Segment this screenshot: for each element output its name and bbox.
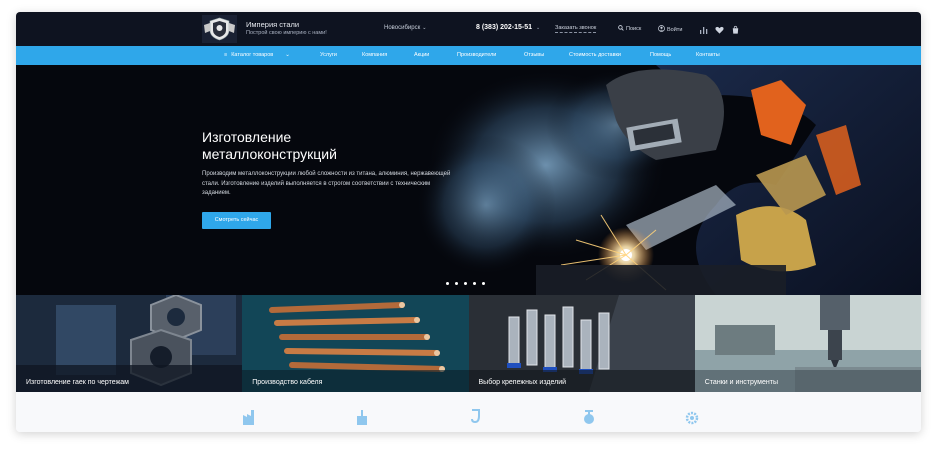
brand-slogan: Построй свою империю с нами! xyxy=(246,30,327,36)
nav-item-promotions[interactable]: Акции xyxy=(414,52,429,58)
nav-item-reviews[interactable]: Отзывы xyxy=(524,52,544,58)
search-label: Поиск xyxy=(626,26,642,32)
tank-icon xyxy=(357,410,367,425)
slider-dot[interactable] xyxy=(482,282,485,285)
category-label: Производство кабеля xyxy=(252,379,323,386)
category-label: Выбор крепежных изделий xyxy=(478,379,567,386)
catalog-menu-button[interactable]: ≡ Каталог товаров ⌄ xyxy=(224,52,290,58)
slider-dot[interactable] xyxy=(464,282,467,285)
machines-image xyxy=(694,295,921,392)
company-logo[interactable] xyxy=(202,15,237,43)
brand-name: Империя стали xyxy=(246,20,300,29)
fasteners-image xyxy=(468,295,695,392)
hero-slider: Изготовление металлоконструкций Производ… xyxy=(16,65,921,295)
catalog-label: Каталог товаров xyxy=(231,52,274,58)
slider-dot[interactable] xyxy=(446,282,449,285)
hero-title: Изготовление металлоконструкций xyxy=(202,129,337,162)
header-tools xyxy=(699,22,740,34)
crane-hook-icon xyxy=(471,409,480,424)
main-nav: ≡ Каталог товаров ⌄ Услуги Компания Акции … xyxy=(16,46,921,65)
nav-item-contacts[interactable]: Контакты xyxy=(696,52,720,58)
nav-item-delivery-cost[interactable]: Стоимость доставки xyxy=(569,52,621,58)
category-label: Изготовление гаек по чертежам xyxy=(26,379,129,386)
nuts-image xyxy=(16,295,243,392)
login-button[interactable]: Войти xyxy=(658,25,682,33)
top-header: Империя стали Построй свою империю с нам… xyxy=(16,12,921,46)
category-tile-machines[interactable]: Станки и инструменты xyxy=(694,295,921,392)
city-selector[interactable]: Новосибирск ⌄ xyxy=(384,25,426,31)
hero-description: Производим металлоконструкции любой слож… xyxy=(202,171,451,196)
slider-dots xyxy=(446,282,485,285)
phone-number: 8 (383) 202-15-51 xyxy=(476,24,533,31)
brand: Империя стали Построй свою империю с нам… xyxy=(246,20,327,37)
slider-dot[interactable] xyxy=(473,282,476,285)
valve-icon xyxy=(584,410,594,424)
slider-dot[interactable] xyxy=(455,282,458,285)
watch-now-button[interactable]: Смотреть сейчас xyxy=(202,212,271,229)
features-strip xyxy=(16,392,921,432)
chevron-down-icon: ⌄ xyxy=(536,25,541,31)
category-tile-cable[interactable]: Производство кабеля xyxy=(242,295,469,392)
heart-icon[interactable] xyxy=(715,22,724,34)
chevron-down-icon: ⌄ xyxy=(285,52,290,58)
city-label: Новосибирск xyxy=(384,25,421,31)
nav-item-company[interactable]: Компания xyxy=(362,52,387,58)
category-tiles: Изготовление гаек по чертежам Производст… xyxy=(16,295,921,392)
search-button[interactable]: Поиск xyxy=(618,25,641,32)
cable-image xyxy=(242,295,469,392)
phone-selector[interactable]: 8 (383) 202-15-51 ⌄ xyxy=(476,24,540,31)
welder-image xyxy=(16,65,921,295)
compare-icon[interactable] xyxy=(699,22,708,34)
category-tile-fasteners[interactable]: Выбор крепежных изделий xyxy=(468,295,695,392)
page-frame: Империя стали Построй свою империю с нам… xyxy=(16,12,921,432)
cart-icon[interactable] xyxy=(731,22,740,34)
category-label: Станки и инструменты xyxy=(704,379,778,386)
nav-item-manufacturers[interactable]: Производители xyxy=(457,52,496,58)
nav-item-help[interactable]: Помощь xyxy=(650,52,671,58)
category-tile-nuts[interactable]: Изготовление гаек по чертежам xyxy=(16,295,243,392)
user-icon xyxy=(658,25,665,32)
nav-item-services[interactable]: Услуги xyxy=(320,52,337,58)
factory-icon xyxy=(243,410,254,425)
search-icon xyxy=(618,25,624,31)
login-label: Войти xyxy=(667,27,683,33)
gear-icon xyxy=(685,411,699,425)
chevron-down-icon: ⌄ xyxy=(422,25,427,31)
callback-link[interactable]: Заказать звонок xyxy=(555,25,597,33)
menu-icon: ≡ xyxy=(224,52,228,58)
